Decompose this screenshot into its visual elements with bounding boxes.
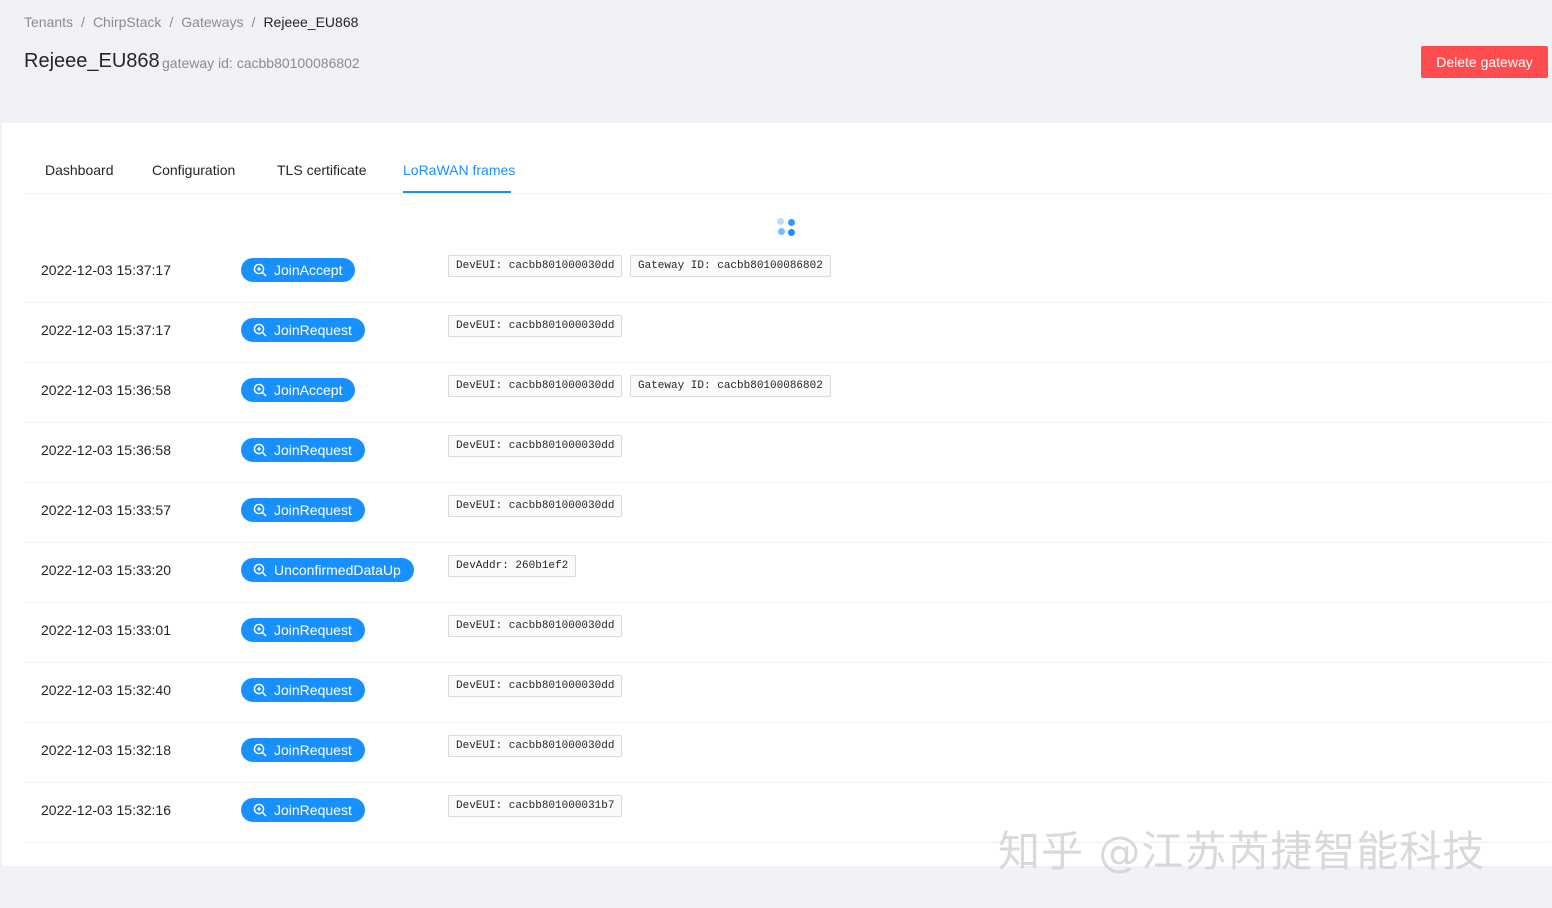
- zoom-in-icon: [253, 263, 267, 277]
- frame-type-label: JoinRequest: [274, 802, 352, 818]
- breadcrumb-current: Rejeee_EU868: [263, 14, 359, 30]
- frame-row: 2022-12-03 15:33:01 JoinRequest DevEUI: ca…: [24, 602, 1550, 663]
- frame-timestamp: 2022-12-03 15:33:01: [41, 622, 171, 638]
- tab-bar: Dashboard Configuration TLS certificate …: [24, 147, 1550, 194]
- frame-type-button[interactable]: JoinRequest: [241, 498, 365, 522]
- page-title: Rejeee_EU868: [24, 50, 160, 72]
- zoom-in-icon: [253, 803, 267, 817]
- frame-type-button[interactable]: JoinRequest: [241, 738, 365, 762]
- watermark: 知乎 @江苏芮捷智能科技: [998, 827, 1486, 876]
- frame-type-label: JoinRequest: [274, 622, 352, 638]
- frame-row: 2022-12-03 15:37:17 JoinRequest DevEUI: ca…: [24, 302, 1550, 363]
- frame-device-tag: DevEUI: cacbb801000030dd: [448, 375, 623, 397]
- frame-timestamp: 2022-12-03 15:36:58: [41, 382, 171, 398]
- content-card: Dashboard Configuration TLS certificate …: [2, 123, 1552, 866]
- frame-type-label: JoinRequest: [274, 682, 352, 698]
- frame-device-tag: DevEUI: cacbb801000030dd: [448, 255, 623, 277]
- frame-timestamp: 2022-12-03 15:33:20: [41, 562, 171, 578]
- frame-device-tag: DevAddr: 260b1ef2: [448, 555, 577, 577]
- breadcrumb-separator: /: [251, 14, 256, 30]
- loading-spinner-icon: [777, 218, 797, 238]
- frame-device-tag: DevEUI: cacbb801000030dd: [448, 315, 623, 337]
- tab-configuration[interactable]: Configuration: [152, 162, 235, 178]
- frame-gateway-tag: Gateway ID: cacbb80100086802: [630, 375, 831, 397]
- frame-row: 2022-12-03 15:36:58 JoinRequest DevEUI: ca…: [24, 422, 1550, 483]
- zoom-in-icon: [253, 323, 267, 337]
- frame-type-label: JoinRequest: [274, 742, 352, 758]
- frame-type-button[interactable]: JoinRequest: [241, 618, 365, 642]
- breadcrumb-separator: /: [169, 14, 174, 30]
- breadcrumb-separator: /: [81, 14, 85, 30]
- zoom-in-icon: [253, 623, 267, 637]
- active-tab-indicator: [403, 191, 511, 193]
- frame-type-label: UnconfirmedDataUp: [274, 562, 401, 578]
- breadcrumb-gateways[interactable]: Gateways: [181, 14, 243, 30]
- tab-tls-certificate[interactable]: TLS certificate: [277, 162, 366, 178]
- zoom-in-icon: [253, 503, 267, 517]
- frame-device-tag: DevEUI: cacbb801000030dd: [448, 735, 623, 757]
- breadcrumb: Tenants / ChirpStack / Gateways / Rejeee…: [24, 14, 358, 30]
- breadcrumb-chirpstack[interactable]: ChirpStack: [93, 14, 161, 30]
- gateway-id-subtitle: gateway id: cacbb80100086802: [162, 55, 360, 71]
- frame-device-tag: DevEUI: cacbb801000030dd: [448, 675, 623, 697]
- frame-device-tag: DevEUI: cacbb801000031b7: [448, 795, 623, 817]
- frame-timestamp: 2022-12-03 15:37:17: [41, 322, 171, 338]
- frame-device-tag: DevEUI: cacbb801000030dd: [448, 435, 623, 457]
- tab-lorawan-frames[interactable]: LoRaWAN frames: [403, 162, 515, 178]
- frame-type-button[interactable]: JoinRequest: [241, 798, 365, 822]
- zoom-in-icon: [253, 383, 267, 397]
- frame-row: 2022-12-03 15:32:18 JoinRequest DevEUI: ca…: [24, 722, 1550, 783]
- frame-type-label: JoinAccept: [274, 382, 343, 398]
- frame-type-button[interactable]: JoinAccept: [241, 258, 356, 282]
- frame-type-button[interactable]: JoinRequest: [241, 678, 365, 702]
- frame-row: 2022-12-03 15:37:17 JoinAccept DevEUI: cac…: [24, 242, 1550, 303]
- frame-timestamp: 2022-12-03 15:32:40: [41, 682, 171, 698]
- frame-gateway-tag: Gateway ID: cacbb80100086802: [630, 255, 831, 277]
- frame-type-label: JoinRequest: [274, 322, 352, 338]
- frame-timestamp: 2022-12-03 15:36:58: [41, 442, 171, 458]
- frame-type-label: JoinRequest: [274, 442, 352, 458]
- frame-type-button[interactable]: JoinRequest: [241, 318, 365, 342]
- frame-type-button[interactable]: JoinAccept: [241, 378, 356, 402]
- frame-type-label: JoinAccept: [274, 262, 343, 278]
- frame-row: 2022-12-03 15:33:20 UnconfirmedDataUp DevA…: [24, 542, 1550, 603]
- frame-row: 2022-12-03 15:36:58 JoinAccept DevEUI: cac…: [24, 362, 1550, 423]
- frame-row: 2022-12-03 15:33:57 JoinRequest DevEUI: ca…: [24, 482, 1550, 543]
- frame-type-button[interactable]: JoinRequest: [241, 438, 365, 462]
- breadcrumb-tenants[interactable]: Tenants: [24, 14, 73, 30]
- frame-device-tag: DevEUI: cacbb801000030dd: [448, 495, 623, 517]
- zoom-in-icon: [253, 443, 267, 457]
- delete-gateway-button[interactable]: Delete gateway: [1421, 46, 1548, 78]
- zoom-in-icon: [253, 743, 267, 757]
- frame-timestamp: 2022-12-03 15:37:17: [41, 262, 171, 278]
- frame-type-label: JoinRequest: [274, 502, 352, 518]
- frame-row: 2022-12-03 15:32:40 JoinRequest DevEUI: ca…: [24, 662, 1550, 723]
- frame-device-tag: DevEUI: cacbb801000030dd: [448, 615, 623, 637]
- frame-type-button[interactable]: UnconfirmedDataUp: [241, 558, 414, 582]
- frame-timestamp: 2022-12-03 15:32:18: [41, 742, 171, 758]
- frame-timestamp: 2022-12-03 15:32:16: [41, 802, 171, 818]
- tab-dashboard[interactable]: Dashboard: [45, 162, 114, 178]
- zoom-in-icon: [253, 563, 267, 577]
- zoom-in-icon: [253, 683, 267, 697]
- frame-timestamp: 2022-12-03 15:33:57: [41, 502, 171, 518]
